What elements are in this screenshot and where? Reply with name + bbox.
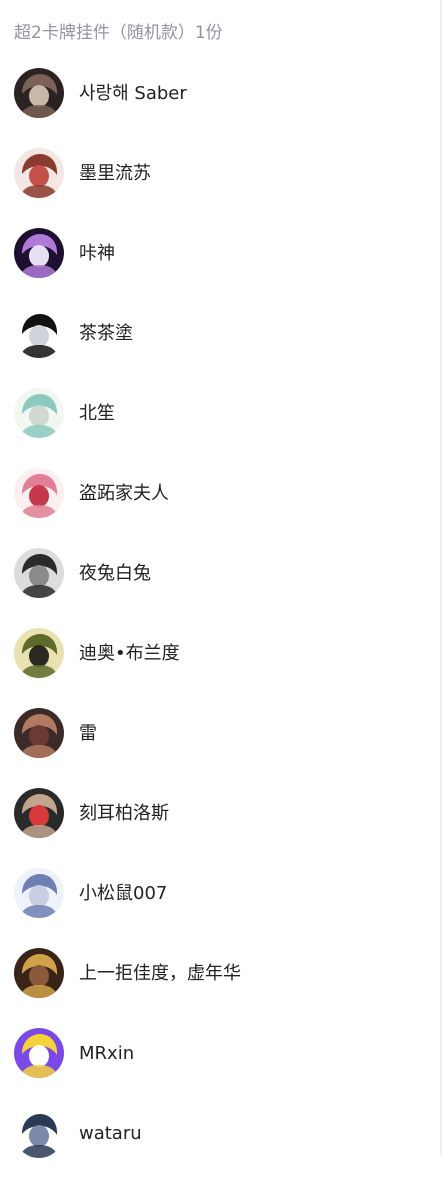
winner-list-item[interactable]: 夜兔白兔	[0, 548, 440, 628]
winner-list-item[interactable]: 刻耳柏洛斯	[0, 788, 440, 868]
winner-name[interactable]: 北笙	[79, 401, 115, 427]
avatar[interactable]	[14, 308, 64, 358]
winner-list-item[interactable]: 사랑해 Saber	[0, 68, 440, 148]
winner-list-item[interactable]: 雷	[0, 708, 440, 788]
avatar[interactable]	[14, 1108, 64, 1158]
winner-list-item[interactable]: 上一拒佳度，虚年华	[0, 948, 440, 1028]
saber-avatar-icon	[14, 68, 64, 118]
winner-list-item[interactable]: 迪奥•布兰度	[0, 628, 440, 708]
winner-list-item[interactable]: 墨里流苏	[0, 148, 440, 228]
avatar[interactable]	[14, 948, 64, 998]
winner-name[interactable]: 茶茶塗	[79, 321, 133, 347]
winner-list-item[interactable]: wataru	[0, 1108, 440, 1188]
pink-girl-avatar-icon	[14, 468, 64, 518]
avatar[interactable]	[14, 628, 64, 678]
avatar[interactable]	[14, 1028, 64, 1078]
fish-sketch-avatar-icon	[14, 1108, 64, 1158]
winner-list: 사랑해 Saber 墨里流苏咔神茶茶塗北笙盗跖家夫人夜兔白兔迪奥•布兰度雷刻耳柏洛…	[0, 68, 440, 1188]
winner-name[interactable]: 盗跖家夫人	[79, 481, 169, 507]
winner-name[interactable]: 咔神	[79, 241, 115, 267]
prize-title: 超2卡牌挂件（随机款）1份	[14, 23, 223, 43]
mint-hair-avatar-icon	[14, 388, 64, 438]
anime-girl-red-avatar-icon	[14, 148, 64, 198]
avatar[interactable]	[14, 708, 64, 758]
white-hair-chibi-avatar-icon	[14, 868, 64, 918]
monochrome-emblem-avatar-icon	[14, 548, 64, 598]
winner-name[interactable]: 上一拒佳度，虚年华	[79, 961, 241, 987]
avatar[interactable]	[14, 868, 64, 918]
purple-hair-avatar-icon	[14, 228, 64, 278]
golden-warrior-avatar-icon	[14, 948, 64, 998]
winner-list-item[interactable]: 茶茶塗	[0, 308, 440, 388]
winner-name[interactable]: 迪奥•布兰度	[79, 641, 180, 667]
winner-list-item[interactable]: 北笙	[0, 388, 440, 468]
avatar[interactable]	[14, 468, 64, 518]
avatar[interactable]	[14, 228, 64, 278]
winner-list-item[interactable]: MRxin	[0, 1028, 440, 1108]
jojo-dio-avatar-icon	[14, 628, 64, 678]
avatar[interactable]	[14, 148, 64, 198]
avatar[interactable]	[14, 788, 64, 838]
winner-name[interactable]: 夜兔白兔	[79, 561, 151, 587]
avatar[interactable]	[14, 68, 64, 118]
winner-name[interactable]: 刻耳柏洛斯	[79, 801, 169, 827]
winner-list-item[interactable]: 盗跖家夫人	[0, 468, 440, 548]
winner-name[interactable]: 墨里流苏	[79, 161, 151, 187]
winner-name[interactable]: 사랑해 Saber	[79, 81, 187, 107]
chibi-black-hair-avatar-icon	[14, 308, 64, 358]
avatar[interactable]	[14, 388, 64, 438]
winner-name[interactable]: 小松鼠007	[79, 881, 167, 907]
winner-name[interactable]: MRxin	[79, 1041, 134, 1067]
dog-avatar-icon	[14, 788, 64, 838]
avatar[interactable]	[14, 548, 64, 598]
winner-list-item[interactable]: 咔神	[0, 228, 440, 308]
yellow-purple-cartoon-avatar-icon	[14, 1028, 64, 1078]
winner-name[interactable]: wataru	[79, 1121, 142, 1147]
dark-hair-boy-avatar-icon	[14, 708, 64, 758]
winner-list-item[interactable]: 小松鼠007	[0, 868, 440, 948]
winner-name[interactable]: 雷	[79, 721, 97, 747]
